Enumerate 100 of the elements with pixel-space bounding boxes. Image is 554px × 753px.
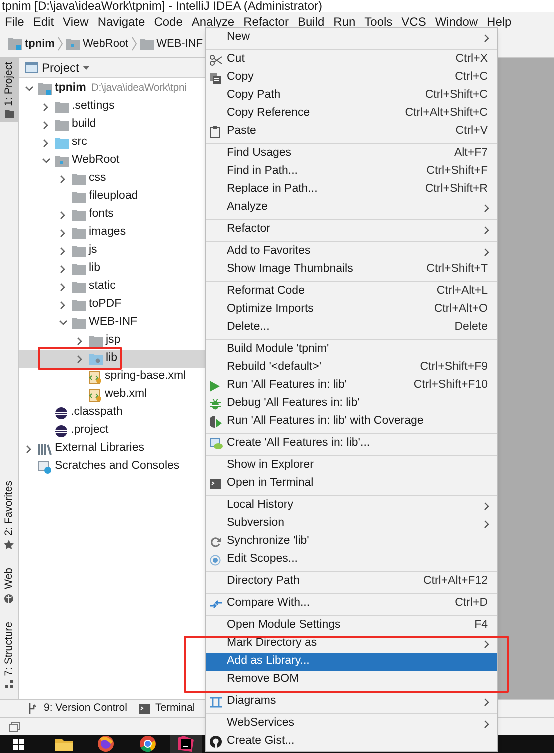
path-text: D:\java\ideaWork\tpni xyxy=(91,81,187,96)
menu-item[interactable]: Optimize Imports Ctrl+Alt+O xyxy=(206,301,497,319)
menu-item[interactable]: Copy Ctrl+C xyxy=(206,69,497,87)
menu-item[interactable]: Find Usages Alt+F7 xyxy=(206,145,497,163)
menu-item[interactable]: Debug 'All Features in: lib' xyxy=(206,395,497,413)
tree-item[interactable]: WEB-INF xyxy=(19,314,205,332)
window-toggle-icon[interactable] xyxy=(9,722,20,732)
menu-item[interactable]: Refactor xyxy=(244,12,289,30)
menu-item[interactable]: New xyxy=(206,29,497,47)
tree-item[interactable]: build xyxy=(19,116,205,134)
menu-item[interactable]: Synchronize 'lib' xyxy=(206,533,497,551)
tree-item[interactable]: lib xyxy=(19,350,205,368)
menu-item[interactable]: Edit Scopes... xyxy=(206,551,497,569)
tool-window-tab[interactable]: Web xyxy=(0,564,18,608)
menu-item[interactable]: Rebuild '<default>' Ctrl+Shift+F9 xyxy=(206,359,497,377)
tool-window-tab[interactable]: 7: Structure xyxy=(0,618,18,693)
dropdown-icon[interactable] xyxy=(83,66,90,70)
tree-item[interactable]: External Libraries xyxy=(19,440,205,458)
file-icon xyxy=(55,424,68,438)
browser-icon[interactable] xyxy=(98,736,114,752)
folder-icon[interactable] xyxy=(55,737,73,751)
menu-item[interactable]: Copy Path Ctrl+Shift+C xyxy=(206,87,497,105)
shortcut-text: Ctrl+Shift+F9 xyxy=(420,360,488,376)
shortcut-text: Ctrl+Shift+T xyxy=(426,262,488,278)
menu-item[interactable]: Directory Path Ctrl+Alt+F12 xyxy=(206,573,497,591)
tree-item[interactable]: .classpath xyxy=(19,404,205,422)
menu-item[interactable]: Build xyxy=(298,12,325,30)
menu-item[interactable]: Local History xyxy=(206,497,497,515)
menu-item[interactable]: Analyze xyxy=(206,199,497,217)
menu-item[interactable]: Diagrams xyxy=(206,693,497,711)
tree-item[interactable]: jsp xyxy=(19,332,205,350)
tree-item[interactable]: fonts xyxy=(19,206,205,224)
folder-icon xyxy=(72,210,86,220)
windows-start-icon[interactable] xyxy=(13,738,24,750)
tool-window-tab[interactable]: 2: Favorites xyxy=(0,477,18,554)
tree-item[interactable]: tpnim D:\java\ideaWork\tpni xyxy=(19,80,205,98)
menu-item[interactable]: Analyze xyxy=(192,12,235,30)
menu-item[interactable]: Run 'All Features in: lib' Ctrl+Shift+F10 xyxy=(206,377,497,395)
menu-item[interactable]: Copy Reference Ctrl+Alt+Shift+C xyxy=(206,105,497,123)
tree-item[interactable]: .settings xyxy=(19,98,205,116)
menu-item[interactable]: Replace in Path... Ctrl+Shift+R xyxy=(206,181,497,199)
menu-item[interactable]: Reformat Code Ctrl+Alt+L xyxy=(206,283,497,301)
menu-item[interactable]: Remove BOM xyxy=(206,671,497,689)
file-icon xyxy=(55,406,68,420)
menu-item[interactable]: Window xyxy=(435,12,478,30)
breadcrumb[interactable]: WEB-INF xyxy=(156,36,204,52)
menu-item[interactable]: Code xyxy=(154,12,183,30)
tree-item[interactable]: lib xyxy=(19,260,205,278)
tree-item[interactable]: spring-base.xml xyxy=(19,368,205,386)
menu-item[interactable]: File xyxy=(5,12,24,30)
menu-item[interactable]: Open Module Settings F4 xyxy=(206,617,497,635)
menu-item[interactable]: Mark Directory as xyxy=(206,635,497,653)
breadcrumb[interactable]: tpnim xyxy=(25,36,55,52)
menu-item[interactable]: Show in Explorer xyxy=(206,457,497,475)
menu-item[interactable]: Open in Terminal xyxy=(206,475,497,493)
tree-item[interactable]: src xyxy=(19,134,205,152)
shortcut-text: Ctrl+Alt+Shift+C xyxy=(405,106,488,122)
menu-item[interactable]: Create 'All Features in: lib'... xyxy=(206,435,497,453)
menu-item[interactable]: Paste Ctrl+V xyxy=(206,123,497,141)
menu-item[interactable]: Delete... Delete xyxy=(206,319,497,337)
menu-item[interactable]: Build Module 'tpnim' xyxy=(206,341,497,359)
tree-item[interactable]: .project xyxy=(19,422,205,440)
breadcrumb[interactable]: WebRoot xyxy=(82,36,129,52)
menu-item[interactable]: Find in Path... Ctrl+Shift+F xyxy=(206,163,497,181)
menu-item[interactable]: Compare With... Ctrl+D xyxy=(206,595,497,613)
browser-icon[interactable] xyxy=(140,736,156,752)
ide-app-icon[interactable] xyxy=(178,736,194,752)
menu-item[interactable]: Show Image Thumbnails Ctrl+Shift+T xyxy=(206,261,497,279)
menu-item[interactable]: Add as Library... xyxy=(206,653,497,671)
tool-window-tab[interactable]: Terminal xyxy=(139,700,196,716)
tree-item[interactable]: Scratches and Consoles xyxy=(19,458,205,476)
branch-icon xyxy=(28,703,39,714)
tree-item[interactable]: toPDF xyxy=(19,296,205,314)
tool-window-tab[interactable]: 9: Version Control xyxy=(28,700,128,716)
menu-item[interactable]: View xyxy=(63,12,89,30)
tree-item[interactable]: css xyxy=(19,170,205,188)
menu-item[interactable]: Help xyxy=(487,12,512,30)
tree-label: WEB-INF xyxy=(89,315,138,330)
menu-item[interactable]: Subversion xyxy=(206,515,497,533)
menu-item[interactable]: VCS xyxy=(402,12,426,30)
menu-item[interactable]: Add to Favorites xyxy=(206,243,497,261)
menu-item[interactable]: Run 'All Features in: lib' with Coverage xyxy=(206,413,497,431)
menu-item[interactable]: Tools xyxy=(364,12,393,30)
menu-item[interactable]: Run xyxy=(334,12,356,30)
tree-item[interactable]: js xyxy=(19,242,205,260)
tool-window-tab[interactable]: 1: Project xyxy=(0,58,18,122)
folder-icon xyxy=(72,300,86,310)
menu-item[interactable]: Cut Ctrl+X xyxy=(206,51,497,69)
menu-item[interactable]: Edit xyxy=(33,12,54,30)
tree-item[interactable]: WebRoot xyxy=(19,152,205,170)
tree-item[interactable]: fileupload xyxy=(19,188,205,206)
tree-label: lib xyxy=(89,261,101,276)
tree-item[interactable]: web.xml xyxy=(19,386,205,404)
tree-item[interactable]: images xyxy=(19,224,205,242)
tree-item[interactable]: static xyxy=(19,278,205,296)
menu-item[interactable]: Navigate xyxy=(98,12,146,30)
menu-item[interactable]: WebServices xyxy=(206,715,497,733)
menu-item[interactable]: Refactor xyxy=(206,221,497,239)
panel-title[interactable]: Project xyxy=(42,58,80,76)
tree-label: images xyxy=(89,225,126,240)
